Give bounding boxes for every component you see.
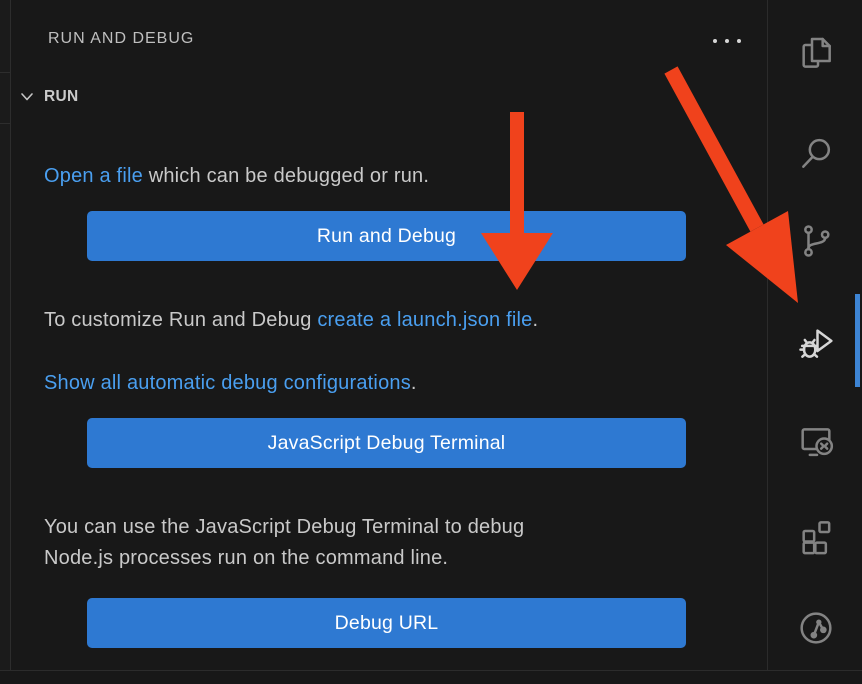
more-actions-dot [713,39,717,43]
run-section-label: RUN [44,88,78,106]
more-actions-dot [725,39,729,43]
remote-explorer-icon [796,421,836,466]
editor-edge-strip [0,0,11,670]
extensions-icon [796,515,836,560]
source-control-icon [796,221,836,266]
activity-bar-item-network-graph[interactable] [768,610,862,650]
activity-bar-item-source-control[interactable] [768,223,862,263]
chevron-down-icon [17,87,37,107]
activity-bar [767,0,862,670]
vscode-run-and-debug-view: { "colors": { "button_blue": "#2e79d2", … [0,0,862,684]
show-configurations-paragraph: Show all automatic debug configurations. [44,368,724,399]
bottom-border [0,670,862,671]
activity-bar-item-search[interactable] [768,135,862,175]
debug-url-button[interactable]: Debug URL [87,598,686,648]
terminal-description-line1: You can use the JavaScript Debug Termina… [44,516,524,538]
strip-divider [0,123,10,124]
activity-bar-item-remote-explorer[interactable] [768,423,862,463]
run-section-header[interactable]: RUN [11,84,767,110]
run-and-debug-button[interactable]: Run and Debug [87,211,686,261]
terminal-description-paragraph: You can use the JavaScript Debug Termina… [44,512,724,574]
activity-bar-item-run-and-debug[interactable] [768,325,862,365]
show-configurations-period: . [411,372,417,394]
more-actions-dot [737,39,741,43]
show-all-debug-configurations-link[interactable]: Show all automatic debug configurations [44,372,411,394]
customize-period: . [532,309,538,331]
activity-bar-item-explorer[interactable] [768,35,862,75]
run-and-debug-icon [796,323,836,368]
network-graph-icon [796,608,836,653]
javascript-debug-terminal-button[interactable]: JavaScript Debug Terminal [87,418,686,468]
customize-text: To customize Run and Debug [44,309,317,331]
open-file-text: which can be debugged or run. [143,165,429,187]
open-a-file-link[interactable]: Open a file [44,165,143,187]
customize-paragraph: To customize Run and Debug create a laun… [44,305,724,336]
active-view-indicator [855,294,860,387]
terminal-description-line2: Node.js processes run on the command lin… [44,547,448,569]
more-actions-icon[interactable] [703,30,751,52]
explorer-icon [796,33,836,78]
open-file-paragraph: Open a file which can be debugged or run… [44,161,724,192]
panel-title: RUN AND DEBUG [48,30,194,48]
search-icon [796,133,836,178]
activity-bar-item-extensions[interactable] [768,517,862,557]
strip-divider [0,72,10,73]
run-and-debug-panel: RUN AND DEBUG RUN Open a file which can … [11,0,767,670]
create-launch-json-link[interactable]: create a launch.json file [317,309,532,331]
